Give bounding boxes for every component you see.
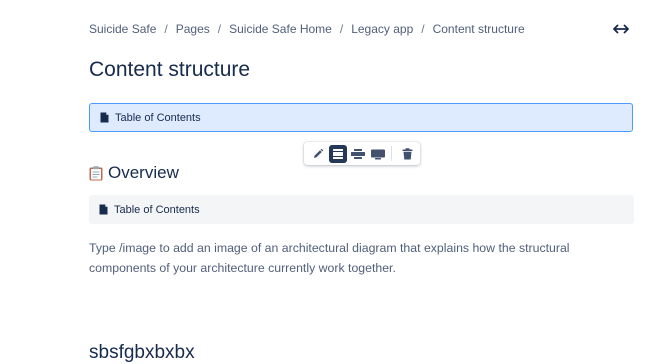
breadcrumb-separator: /	[339, 22, 344, 36]
toc-macro-label: Table of Contents	[115, 111, 201, 124]
overview-heading[interactable]: Overview	[89, 163, 179, 183]
edit-button[interactable]	[309, 145, 327, 163]
breadcrumb-item-legacy-app[interactable]: Legacy app	[351, 22, 413, 36]
toolbar-divider	[391, 146, 392, 161]
toc-macro-label: Table of Contents	[114, 203, 200, 216]
breadcrumb-item-pages[interactable]: Pages	[176, 22, 210, 36]
layout-full-width-button[interactable]	[369, 145, 387, 163]
clipboard-icon	[89, 165, 103, 181]
expand-width-button[interactable]	[612, 22, 630, 36]
layout-wide-button[interactable]	[349, 145, 367, 163]
toc-macro[interactable]: Table of Contents	[89, 195, 634, 224]
overview-title: Overview	[108, 163, 179, 182]
delete-button[interactable]	[398, 145, 416, 163]
breadcrumb-separator: /	[421, 22, 425, 36]
breadcrumb-item-space[interactable]: Suicide Safe	[89, 22, 156, 36]
document-icon	[99, 204, 108, 215]
document-icon	[100, 112, 109, 123]
breadcrumb-item-home[interactable]: Suicide Safe Home	[229, 22, 332, 36]
layout-full-width-icon	[371, 148, 385, 160]
page-title[interactable]: Content structure	[89, 58, 250, 82]
expand-arrows-icon	[613, 24, 629, 34]
layout-center-icon	[332, 148, 344, 160]
breadcrumb-separator: /	[164, 22, 168, 36]
toc-macro-selected[interactable]: Table of Contents	[89, 103, 633, 132]
breadcrumb-separator: /	[217, 22, 222, 36]
layout-center-button[interactable]	[329, 144, 347, 163]
floating-toolbar	[304, 142, 420, 165]
layout-wide-icon	[351, 148, 365, 160]
breadcrumb-item-current[interactable]: Content structure	[433, 22, 525, 36]
delete-icon	[402, 147, 413, 160]
section-heading[interactable]: sbsfgbxbxbx	[89, 342, 195, 364]
breadcrumb: Suicide Safe / Pages / Suicide Safe Home…	[89, 22, 525, 36]
body-paragraph[interactable]: Type /image to add an image of an archit…	[89, 238, 637, 278]
edit-icon	[312, 148, 324, 160]
